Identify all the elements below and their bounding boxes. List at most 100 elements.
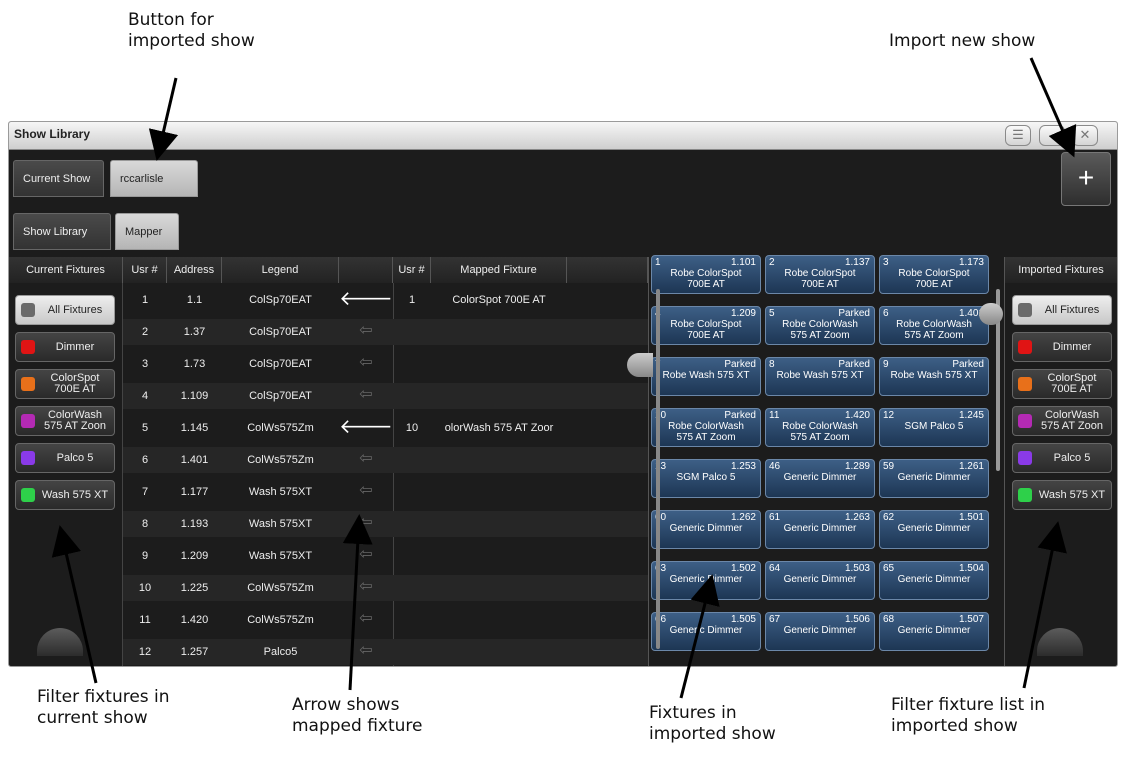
- map-arrow[interactable]: 🡐: [339, 415, 393, 441]
- filter-button[interactable]: All Fixtures: [15, 295, 115, 325]
- address-cell: 1.401: [180, 454, 209, 466]
- tile-address: 1.245: [958, 410, 984, 421]
- imported-fixture-tile[interactable]: 60 1.262 Generic Dimmer: [651, 510, 761, 549]
- table-row[interactable]: 7 1.177 Wash 575XT ⇦: [123, 479, 648, 505]
- imported-fixture-tile[interactable]: 6 1.401 Robe ColorWash 575 AT Zoom: [879, 306, 989, 345]
- tile-scroll-handle[interactable]: [627, 353, 653, 377]
- imported-fixture-tile[interactable]: 64 1.503 Generic Dimmer: [765, 561, 875, 600]
- map-arrow[interactable]: ⇦: [339, 575, 393, 601]
- imported-fixture-tile[interactable]: 11 1.420 Robe ColorWash 575 AT Zoom: [765, 408, 875, 447]
- address-cell: 1.257: [180, 646, 209, 658]
- table-row[interactable]: 1 1.1 ColSp70EAT 🡐 1 ColorSpot 700E AT: [123, 287, 648, 313]
- table-row[interactable]: 9 1.209 Wash 575XT ⇦: [123, 543, 648, 569]
- imported-fixture-tile[interactable]: 10 Parked Robe ColorWash 575 AT Zoom: [651, 408, 761, 447]
- filter-button[interactable]: ColorWash 575 AT Zoon: [1012, 406, 1112, 436]
- filter-button[interactable]: ColorWash 575 AT Zoon: [15, 406, 115, 436]
- map-arrow[interactable]: ⇦: [339, 511, 393, 537]
- usr-cell: 8: [141, 518, 149, 530]
- callout-arrow-mapped: Arrow shows mapped fixture: [292, 695, 423, 736]
- usr-cell: 11: [139, 614, 151, 626]
- header-current-fixtures: Current Fixtures: [9, 257, 123, 283]
- imported-fixture-tile[interactable]: 7ParkedRobe Wash 575 XT: [651, 357, 761, 396]
- map-arrow[interactable]: ⇦: [339, 351, 393, 377]
- tile-name: Generic Dimmer: [897, 472, 971, 483]
- tile-name: Robe ColorSpot 700E AT: [670, 268, 742, 290]
- tile-name: Generic Dimmer: [783, 625, 857, 636]
- mapped-fixture-cell: [431, 575, 567, 601]
- imported-fixture-tile[interactable]: 1 1.101 Robe ColorSpot 700E AT: [651, 255, 761, 294]
- filter-label: Dimmer: [55, 340, 95, 353]
- tab-show-library[interactable]: Show Library: [13, 213, 111, 250]
- imported-fixture-tile[interactable]: 2 1.137 Robe ColorSpot 700E AT: [765, 255, 875, 294]
- filter-button[interactable]: ColorSpot 700E AT: [1012, 369, 1112, 399]
- filter-label: ColorSpot 700E AT: [1047, 372, 1097, 395]
- tab-mapper[interactable]: Mapper: [115, 213, 179, 250]
- imported-fixture-tile[interactable]: 61 1.263 Generic Dimmer: [765, 510, 875, 549]
- filter-button[interactable]: Wash 575 XT: [15, 480, 115, 510]
- table-row[interactable]: 10 1.225 ColWs575Zm ⇦: [123, 575, 648, 601]
- show-library-window: Show Library ☰ ✕ Current Show rccarlisle…: [8, 121, 1118, 667]
- current-filter-scroll-grip[interactable]: [37, 628, 83, 656]
- filter-button[interactable]: Wash 575 XT: [1012, 480, 1112, 510]
- close-icon[interactable]: ✕: [1072, 125, 1098, 146]
- filter-button[interactable]: Dimmer: [1012, 332, 1112, 362]
- filter-button[interactable]: Dimmer: [15, 332, 115, 362]
- menu-icon[interactable]: ☰: [1005, 125, 1031, 146]
- imported-fixture-tile[interactable]: 12 1.245 SGM Palco 5: [879, 408, 989, 447]
- imported-fixture-tile[interactable]: 65 1.504 Generic Dimmer: [879, 561, 989, 600]
- table-row[interactable]: 11 1.420 ColWs575Zm ⇦: [123, 607, 648, 633]
- imported-fixture-tile[interactable]: 8 Parked Robe Wash 575 XT: [765, 357, 875, 396]
- import-show-button[interactable]: +: [1061, 152, 1111, 206]
- tile-name: Robe ColorWash 575 AT Zoom: [668, 421, 744, 443]
- header-usr: Usr #: [123, 257, 167, 283]
- imported-scroll-handle[interactable]: [979, 303, 1003, 325]
- usr-cell: 2: [141, 326, 149, 338]
- imported-fixture-tile[interactable]: 46 1.289 Generic Dimmer: [765, 459, 875, 498]
- table-row[interactable]: 4 1.109 ColSp70EAT ⇦: [123, 383, 648, 409]
- tile-scrollbar[interactable]: [656, 289, 660, 649]
- help-icon[interactable]: [1039, 125, 1065, 146]
- map-arrow[interactable]: ⇦: [339, 607, 393, 633]
- imported-fixture-tile[interactable]: 59 1.261 Generic Dimmer: [879, 459, 989, 498]
- map-arrow[interactable]: ⇦: [339, 447, 393, 473]
- table-row[interactable]: 8 1.193 Wash 575XT ⇦: [123, 511, 648, 537]
- address-cell: 1.209: [180, 550, 209, 562]
- map-arrow[interactable]: 🡐: [339, 287, 393, 313]
- color-swatch: [1018, 340, 1032, 354]
- map-arrow[interactable]: ⇦: [339, 479, 393, 505]
- tile-address: 1.504: [958, 563, 984, 574]
- filter-label: Wash 575 XT: [41, 488, 109, 501]
- imported-fixture-tile[interactable]: 3 1.173 Robe ColorSpot 700E AT: [879, 255, 989, 294]
- map-arrow[interactable]: ⇦: [339, 543, 393, 569]
- filter-button[interactable]: Palco 5: [1012, 443, 1112, 473]
- map-arrow[interactable]: ⇦: [339, 639, 393, 665]
- imported-fixture-tile[interactable]: 9 Parked Robe Wash 575 XT: [879, 357, 989, 396]
- filter-button[interactable]: ColorSpot 700E AT: [15, 369, 115, 399]
- usr-cell: 12: [138, 646, 152, 658]
- imported-fixture-tile[interactable]: 62 1.501 Generic Dimmer: [879, 510, 989, 549]
- table-row[interactable]: 3 1.73 ColSp70EAT ⇦: [123, 351, 648, 377]
- tab-current-show[interactable]: Current Show: [13, 160, 104, 197]
- imported-fixture-tile[interactable]: 68 1.507 Generic Dimmer: [879, 612, 989, 651]
- tab-imported-show[interactable]: rccarlisle: [110, 160, 198, 197]
- map-arrow[interactable]: ⇦: [339, 319, 393, 345]
- imported-fixture-tile[interactable]: 63 1.502 Generic Dimmer: [651, 561, 761, 600]
- filter-button[interactable]: Palco 5: [15, 443, 115, 473]
- filter-button[interactable]: All Fixtures: [1012, 295, 1112, 325]
- table-row[interactable]: 6 1.401 ColWs575Zm ⇦: [123, 447, 648, 473]
- table-row[interactable]: 2 1.37 ColSp70EAT ⇦: [123, 319, 648, 345]
- imported-fixture-tile[interactable]: 13 1.253 SGM Palco 5: [651, 459, 761, 498]
- window-title: Show Library: [14, 127, 91, 141]
- header-arrow: [339, 257, 393, 283]
- legend-cell: ColWs575Zm: [247, 422, 314, 434]
- imported-fixture-tile[interactable]: 66 1.505 Generic Dimmer: [651, 612, 761, 651]
- tile-name: Robe ColorSpot 700E AT: [670, 319, 742, 341]
- tile-address: 1.502: [730, 563, 756, 574]
- table-row[interactable]: 12 1.257 Palco5 ⇦: [123, 639, 648, 665]
- imported-fixture-tile[interactable]: 41.209Robe ColorSpot 700E AT: [651, 306, 761, 345]
- table-row[interactable]: 5 1.145 ColWs575Zm 🡐 10 olorWash 575 AT Zoor: [123, 415, 648, 441]
- map-arrow[interactable]: ⇦: [339, 383, 393, 409]
- imported-fixture-tile[interactable]: 67 1.506 Generic Dimmer: [765, 612, 875, 651]
- imported-fixture-tile[interactable]: 5 Parked Robe ColorWash 575 AT Zoom: [765, 306, 875, 345]
- imported-filter-scroll-grip[interactable]: [1037, 628, 1083, 656]
